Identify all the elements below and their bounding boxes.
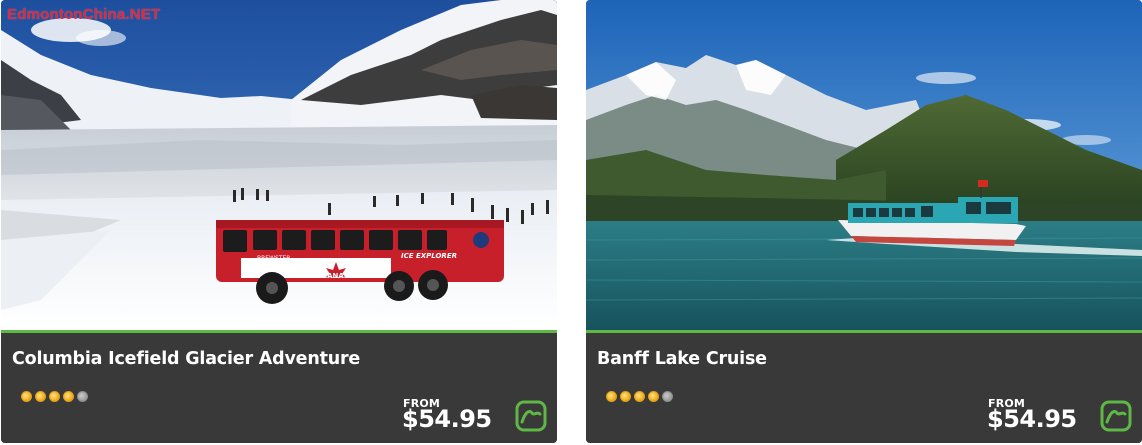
star-rating	[21, 391, 88, 402]
rating-dot-filled	[63, 391, 74, 402]
rating-dot-filled	[620, 391, 631, 402]
tour-card-columbia-icefield[interactable]: BREWSTER ICE EXPLORER CANADA EdmontonChi…	[1, 0, 557, 443]
site-watermark: EdmontonChina.NET	[7, 6, 161, 23]
rating-dot-filled	[606, 391, 617, 402]
tour-price: $54.95	[987, 405, 1077, 433]
glacier-bus-photo[interactable]: BREWSTER ICE EXPLORER CANADA	[1, 0, 557, 330]
rating-dot-filled	[35, 391, 46, 402]
card-info-panel: Banff Lake Cruise FROM $54.95	[586, 333, 1142, 443]
tour-price: $54.95	[402, 405, 492, 433]
rating-dot-empty	[662, 391, 673, 402]
rating-dot-filled	[648, 391, 659, 402]
lake-cruise-photo[interactable]	[586, 0, 1142, 330]
tour-card-banff-lake-cruise[interactable]: Banff Lake Cruise FROM $54.95	[586, 0, 1142, 443]
bus-flag-label: CANADA	[322, 272, 356, 280]
rating-dot-filled	[49, 391, 60, 402]
card-info-panel: Columbia Icefield Glacier Adventure FROM…	[1, 333, 557, 443]
star-rating	[606, 391, 673, 402]
bus-brand-label: BREWSTER	[257, 255, 290, 262]
bus-model-label: ICE EXPLORER	[401, 252, 457, 260]
mountain-badge-icon[interactable]	[1100, 400, 1132, 432]
tour-title[interactable]: Columbia Icefield Glacier Adventure	[12, 349, 360, 369]
rating-dot-filled	[634, 391, 645, 402]
mountain-badge-icon[interactable]	[515, 400, 547, 432]
tour-title[interactable]: Banff Lake Cruise	[597, 349, 767, 369]
rating-dot-filled	[21, 391, 32, 402]
rating-dot-empty	[77, 391, 88, 402]
